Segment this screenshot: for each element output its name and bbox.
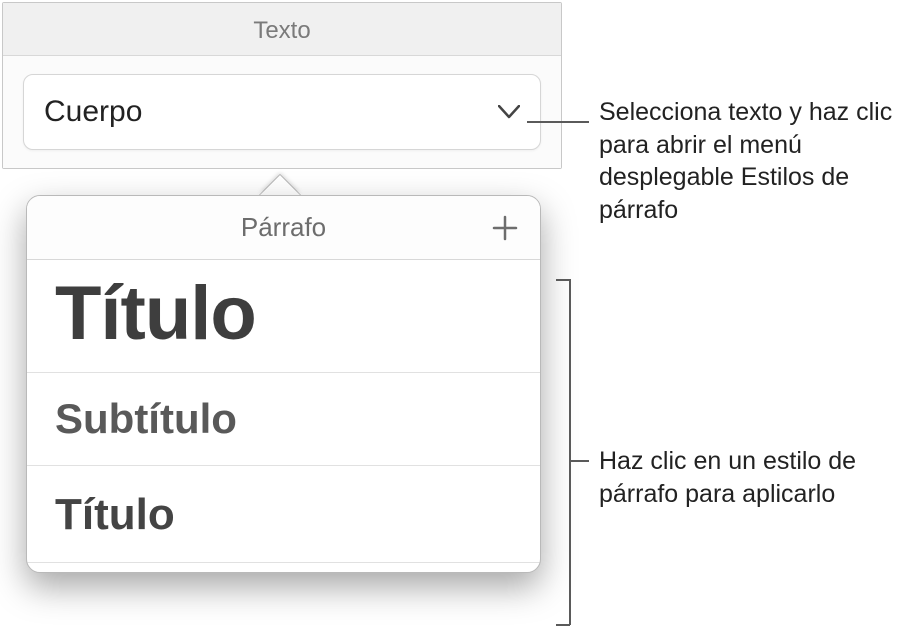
callout-leader: [556, 279, 570, 281]
plus-icon: [491, 214, 519, 242]
list-continuation: [27, 562, 540, 572]
callout-leader: [527, 121, 589, 123]
text-panel: Texto Cuerpo: [2, 2, 562, 169]
add-style-button[interactable]: [488, 211, 522, 245]
callout-apply-style: Haz clic en un estilo de párrafo para ap…: [599, 445, 919, 510]
paragraph-style-list: Título Subtítulo Título: [27, 260, 540, 562]
paragraph-style-item[interactable]: Título: [27, 466, 540, 562]
dropdown-container: Cuerpo: [3, 56, 561, 168]
popover-header-title: Párrafo: [241, 212, 326, 242]
panel-title: Texto: [3, 3, 561, 56]
paragraph-style-item[interactable]: Subtítulo: [27, 373, 540, 466]
callout-open-menu: Selecciona texto y haz clic para abrir e…: [599, 96, 919, 226]
popover-header: Párrafo: [27, 196, 540, 260]
dropdown-label: Cuerpo: [44, 95, 142, 129]
chevron-down-icon: [498, 105, 520, 119]
callout-leader: [556, 624, 570, 626]
callout-leader: [569, 279, 571, 625]
paragraph-styles-popover: Párrafo Título Subtítulo Título: [26, 195, 541, 573]
popover-pointer: [260, 175, 300, 195]
paragraph-style-item[interactable]: Título: [27, 260, 540, 373]
paragraph-style-dropdown[interactable]: Cuerpo: [23, 74, 541, 150]
callout-leader: [569, 460, 589, 462]
